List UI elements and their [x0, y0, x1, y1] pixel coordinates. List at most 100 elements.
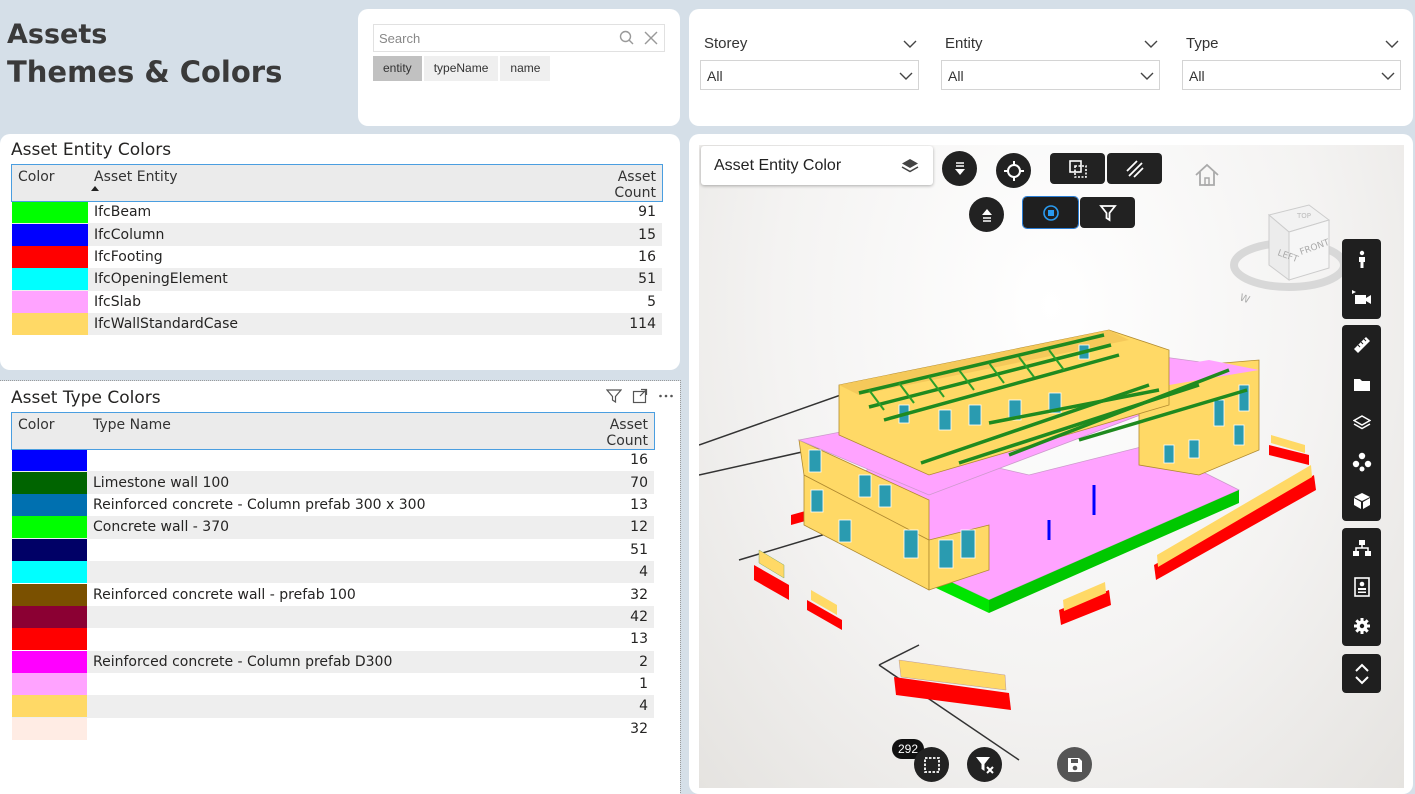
- properties-button[interactable]: [1342, 567, 1381, 606]
- col-header-type-name[interactable]: Type Name: [87, 413, 562, 449]
- table-row[interactable]: 13: [12, 628, 654, 651]
- type-name-cell[interactable]: Reinforced concrete wall - prefab 100: [87, 583, 562, 605]
- color-swatch-cell[interactable]: [12, 493, 87, 516]
- settings-button[interactable]: [1342, 606, 1381, 645]
- view-cube[interactable]: LEFT FRONT TOP W: [1230, 204, 1348, 306]
- asset-count-cell[interactable]: 4: [562, 695, 654, 718]
- table-row[interactable]: IfcSlab 5: [12, 290, 662, 313]
- type-name-cell[interactable]: [87, 718, 562, 740]
- asset-count-cell[interactable]: 42: [562, 605, 654, 629]
- clear-search-icon[interactable]: [642, 29, 660, 47]
- type-name-cell[interactable]: Reinforced concrete - Column prefab 300 …: [87, 494, 562, 516]
- asset-entity-name-cell[interactable]: IfcFooting: [88, 246, 568, 268]
- layer-selector[interactable]: Asset Entity Color: [701, 146, 933, 185]
- color-swatch-cell[interactable]: [12, 471, 87, 494]
- save-view-button[interactable]: [1057, 747, 1092, 782]
- asset-count-cell[interactable]: 1: [562, 673, 654, 695]
- table-row[interactable]: 16: [12, 449, 654, 472]
- table-row[interactable]: Reinforced concrete - Column prefab D300…: [12, 650, 654, 673]
- color-swatch-cell[interactable]: [12, 538, 87, 561]
- color-swatch-cell[interactable]: [12, 560, 87, 584]
- col-header-color[interactable]: Color: [12, 165, 88, 201]
- col-header-color[interactable]: Color: [12, 413, 87, 449]
- type-name-cell[interactable]: [87, 539, 562, 561]
- col-header-asset-count[interactable]: Asset Count: [562, 413, 654, 449]
- table-row[interactable]: 42: [12, 605, 654, 629]
- asset-count-cell[interactable]: 32: [562, 718, 654, 740]
- focus-target-button[interactable]: [996, 153, 1031, 188]
- asset-count-cell[interactable]: 15: [568, 223, 662, 246]
- table-row[interactable]: 32: [12, 717, 654, 740]
- lower-storey-button[interactable]: [942, 151, 977, 186]
- color-swatch-cell[interactable]: [12, 312, 88, 336]
- building-model[interactable]: LEFT FRONT TOP W: [699, 145, 1404, 788]
- table-row[interactable]: Limestone wall 100 70: [12, 471, 654, 494]
- folder-button[interactable]: [1342, 364, 1381, 403]
- type-name-cell[interactable]: [87, 449, 562, 471]
- table-row[interactable]: IfcFooting 16: [12, 245, 662, 268]
- type-slicer-header[interactable]: Type: [1182, 31, 1401, 57]
- col-header-asset-count[interactable]: Asset Count: [568, 165, 662, 201]
- type-name-cell[interactable]: [87, 560, 562, 584]
- color-swatch-cell[interactable]: [12, 290, 88, 313]
- expand-collapse-button[interactable]: [1342, 654, 1381, 693]
- table-row[interactable]: IfcOpeningElement 51: [12, 268, 662, 291]
- color-swatch-cell[interactable]: [12, 650, 87, 673]
- chip-name[interactable]: name: [500, 56, 551, 81]
- search-input[interactable]: [374, 25, 610, 51]
- table-row[interactable]: 51: [12, 538, 654, 561]
- table-row[interactable]: Reinforced concrete wall - prefab 100 32: [12, 583, 654, 606]
- 3d-viewport[interactable]: LEFT FRONT TOP W Asset Entity Color 292: [699, 145, 1404, 788]
- chip-typename[interactable]: typeName: [423, 56, 499, 81]
- asset-count-cell[interactable]: 114: [568, 312, 662, 336]
- color-swatch-cell[interactable]: [12, 717, 87, 740]
- table-row[interactable]: 4: [12, 560, 654, 584]
- asset-count-cell[interactable]: 12: [562, 516, 654, 539]
- table-row[interactable]: IfcWallStandardCase 114: [12, 312, 662, 336]
- layers-button[interactable]: [1342, 403, 1381, 442]
- asset-count-cell[interactable]: 32: [562, 583, 654, 605]
- asset-count-cell[interactable]: 2: [562, 650, 654, 673]
- asset-count-cell[interactable]: 4: [562, 560, 654, 584]
- home-view-button[interactable]: [1194, 163, 1220, 191]
- type-name-cell[interactable]: Reinforced concrete - Column prefab D300: [87, 650, 562, 673]
- color-swatch-cell[interactable]: [12, 695, 87, 718]
- asset-count-cell[interactable]: 51: [568, 268, 662, 291]
- table-row[interactable]: 4: [12, 695, 654, 718]
- color-swatch-cell[interactable]: [12, 223, 88, 246]
- select-area-button[interactable]: [914, 747, 949, 782]
- more-options-icon[interactable]: [658, 388, 674, 404]
- asset-entity-name-cell[interactable]: IfcBeam: [88, 201, 568, 223]
- color-swatch-cell[interactable]: [12, 268, 88, 291]
- asset-entity-name-cell[interactable]: IfcOpeningElement: [88, 268, 568, 291]
- asset-count-cell[interactable]: 5: [568, 291, 662, 313]
- type-name-cell[interactable]: Limestone wall 100: [87, 471, 562, 494]
- storey-dropdown[interactable]: All: [700, 60, 919, 90]
- entity-dropdown[interactable]: All: [941, 60, 1160, 90]
- asset-count-cell[interactable]: 91: [568, 201, 662, 223]
- color-swatch-cell[interactable]: [12, 449, 87, 472]
- asset-count-cell[interactable]: 16: [568, 246, 662, 268]
- asset-entity-name-cell[interactable]: IfcWallStandardCase: [88, 312, 568, 336]
- type-name-cell[interactable]: [87, 695, 562, 718]
- table-row[interactable]: IfcColumn 15: [12, 223, 662, 246]
- asset-count-cell[interactable]: 13: [562, 494, 654, 516]
- walk-mode-button[interactable]: [1342, 239, 1381, 278]
- entity-slicer-header[interactable]: Entity: [941, 31, 1160, 57]
- color-swatch-cell[interactable]: [12, 605, 87, 629]
- model-tree-button[interactable]: [1342, 528, 1381, 567]
- type-dropdown[interactable]: All: [1182, 60, 1401, 90]
- type-name-cell[interactable]: [87, 628, 562, 650]
- type-name-cell[interactable]: [87, 605, 562, 629]
- chip-entity[interactable]: entity: [373, 56, 422, 81]
- asset-entity-name-cell[interactable]: IfcSlab: [88, 291, 568, 313]
- color-swatch-cell[interactable]: [12, 245, 88, 268]
- camera-button[interactable]: [1342, 278, 1381, 317]
- asset-count-cell[interactable]: 51: [562, 539, 654, 561]
- color-swatch-cell[interactable]: [12, 673, 87, 696]
- upper-storey-button[interactable]: [969, 197, 1004, 232]
- asset-count-cell[interactable]: 13: [562, 628, 654, 650]
- filter-icon[interactable]: [606, 388, 622, 404]
- clear-filter-button[interactable]: [967, 747, 1002, 782]
- model-button[interactable]: [1342, 481, 1381, 520]
